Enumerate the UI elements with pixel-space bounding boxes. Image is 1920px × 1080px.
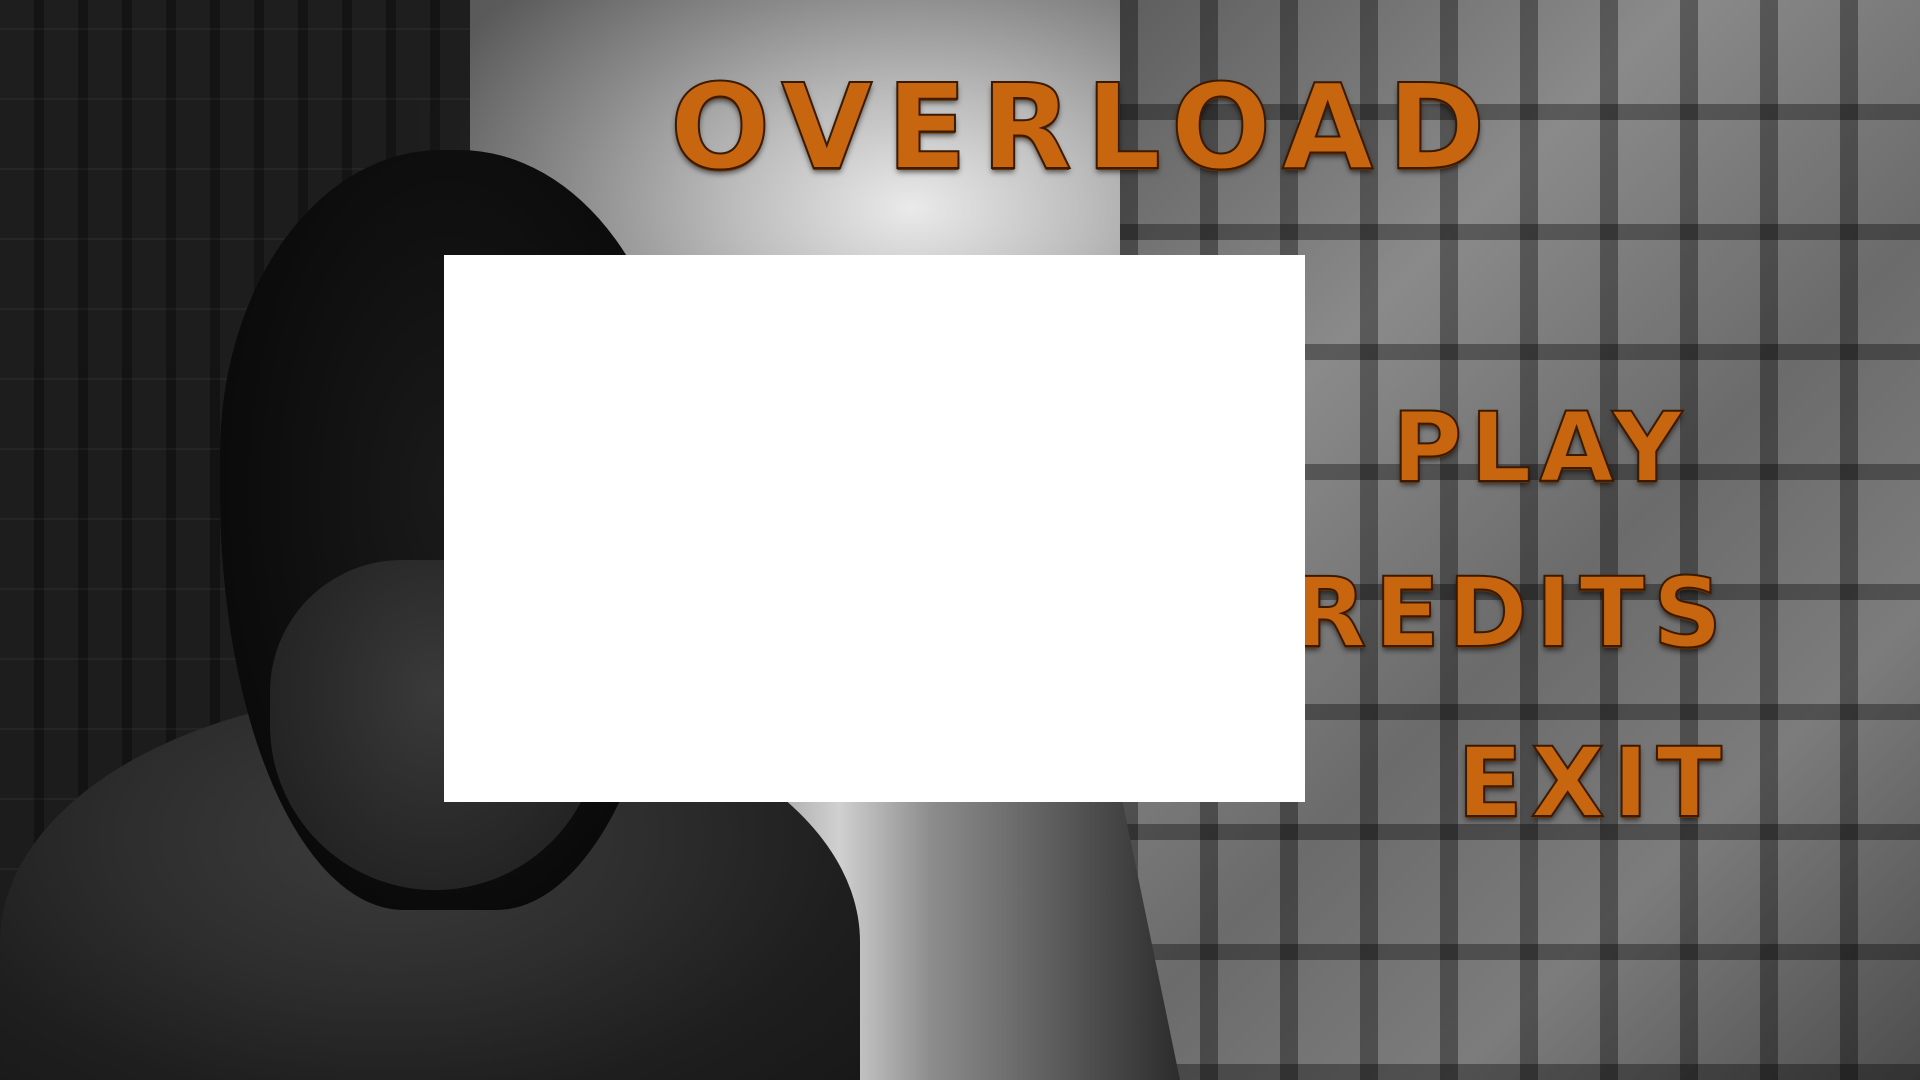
game-title: OVERLOAD	[669, 58, 1500, 196]
overlay-panel	[444, 255, 1305, 802]
play-button[interactable]: PLAY	[1391, 399, 1690, 497]
exit-button[interactable]: EXIT	[1456, 734, 1730, 832]
main-menu-screen: OVERLOAD PLAY CREDITS EXIT	[0, 0, 1920, 1080]
